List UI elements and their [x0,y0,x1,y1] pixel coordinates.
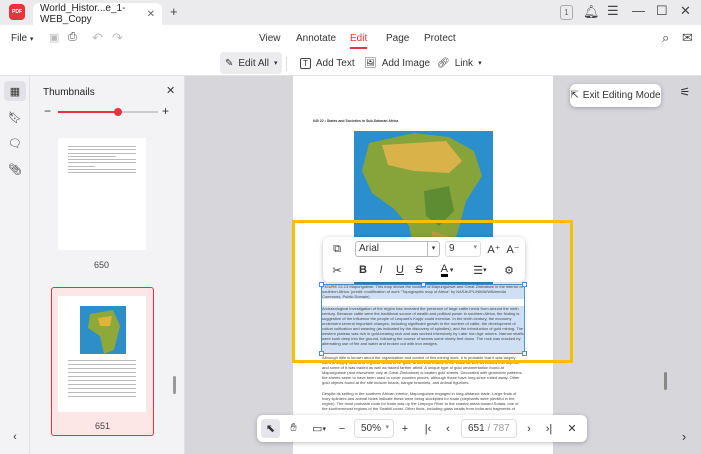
bookmark-icon[interactable]: 🔖︎ [4,107,26,127]
document-tab[interactable]: World_Histor...e_1-WEB_Copy ✕ [33,3,162,25]
bottom-toolbar: ⬉ ✋︎ ▭ ▾ − 50% ▾ + |‹ ‹ 651 / 787 › ›| ✕ [257,415,587,442]
bell-icon[interactable]: 🔔︎ [583,4,600,20]
total-pages: / 787 [487,423,510,434]
close-toolbar-icon[interactable]: ✕ [565,419,579,438]
cut-icon[interactable]: ✂ [329,261,345,279]
edit-all-label: Edit All [238,57,269,69]
page-number-input[interactable]: 651 / 787 [461,419,517,438]
chevron-down-icon: ▾ [273,60,278,67]
image-icon: 🖼︎ [364,57,377,69]
mail-icon[interactable]: ✉ [682,30,693,46]
chevron-down-icon: ▾ [427,242,439,256]
last-page-icon[interactable]: ›| [542,419,556,438]
print-icon[interactable]: ⎙ [68,31,77,44]
add-text-label: Add Text [315,57,355,69]
zoom-in-icon[interactable]: + [397,419,413,438]
hamburger-menu-icon[interactable]: ☰ [607,3,619,19]
font-value: Arial [359,243,380,254]
tab-view[interactable]: View [259,33,281,44]
italic-icon[interactable]: I [373,261,389,279]
thumbnail-651 [58,296,146,412]
thumbnails-scrollbar[interactable] [173,376,176,394]
zoom-in-thumbs-icon[interactable]: + [162,104,169,118]
text-box-icon: T [300,57,311,69]
save-icon[interactable]: ▣ [49,31,59,44]
thumbnail-650[interactable] [58,138,146,250]
zoom-out-icon[interactable]: − [334,419,350,438]
current-page: 651 [468,423,485,434]
font-size-value: 9 [449,243,455,254]
thumbnail-size-slider[interactable] [58,108,158,116]
tab-protect[interactable]: Protect [424,33,456,44]
thumbnails-icon[interactable]: ▦ [4,81,26,101]
search-icon[interactable]: ⌕ [662,30,669,46]
zoom-out-thumbs-icon[interactable]: − [44,104,51,118]
select-tool-icon[interactable]: ⬉ [261,419,280,438]
thumbnails-title: Thumbnails [43,87,95,98]
first-page-icon[interactable]: |‹ [421,419,435,438]
new-tab-icon[interactable]: + [170,4,178,19]
file-label: File [11,33,28,44]
close-window-icon[interactable]: ✕ [680,3,691,19]
format-toolbar: ⧉ Arial ▾ 9 ▾ A⁺ A⁻ ✂ B I U S A ▾ ☰ ▾ ⚙ [323,237,525,282]
paragraph-3[interactable]: Despite its setting in the southern Afri… [322,391,524,416]
add-image-button[interactable]: 🖼︎ Add Image [359,52,435,74]
tab-annotate[interactable]: Annotate [296,33,336,44]
thumbnail-label-651: 651 [95,421,111,431]
zoom-value: 50% [361,423,382,434]
next-page-icon[interactable]: › [522,419,536,438]
font-select[interactable]: Arial ▾ [355,241,440,257]
exit-editing-label: Exit Editing Mode [582,90,661,101]
undo-icon[interactable]: ↶ [92,30,103,46]
hand-tool-icon[interactable]: ✋︎ [284,419,303,438]
add-text-button[interactable]: T Add Text [295,52,360,74]
decrease-font-icon[interactable]: A⁻ [506,240,520,258]
link-icon: 🔗︎ [437,57,450,69]
edit-all-button[interactable]: ✎ Edit All ▾ [220,52,283,74]
tab-edit[interactable]: Edit [350,33,368,49]
text-settings-icon[interactable]: ⚙ [501,261,517,279]
increase-font-icon[interactable]: A⁺ [487,240,501,258]
document-scrollbar[interactable] [664,372,667,390]
page-indicator[interactable]: 1 [560,5,573,20]
exit-icon: ⇱ [570,90,579,101]
minimize-icon[interactable]: — [632,3,645,18]
view-mode-icon[interactable]: ▭ ▾ [308,419,330,438]
collapse-left-icon[interactable]: ‹ [4,428,26,446]
divider [286,57,287,71]
properties-icon[interactable]: ⚟ [677,84,693,100]
font-size-select[interactable]: 9 ▾ [445,241,481,257]
maximize-icon[interactable]: ☐ [656,3,668,19]
page-header: 640 22 • States and Societies in Sub-Sah… [313,119,399,123]
tab-page[interactable]: Page [386,33,409,44]
attachment-icon[interactable]: 📎︎ [4,159,26,179]
add-image-label: Add Image [381,57,431,69]
previous-page-icon[interactable]: ‹ [441,419,455,438]
link-button[interactable]: 🔗︎ Link ▾ [432,52,487,74]
comment-icon[interactable]: 🗨︎ [4,133,26,153]
text-color-icon[interactable]: A ▾ [435,261,459,279]
expand-right-icon[interactable]: › [678,428,690,444]
file-menu[interactable]: File ▾ [11,33,33,44]
bold-icon[interactable]: B [355,261,371,279]
tab-title: World_Histor...e_1-WEB_Copy [40,3,126,25]
app-logo: PDF [9,4,25,20]
underline-icon[interactable]: U [392,261,408,279]
redo-icon[interactable]: ↷ [112,30,123,46]
link-label: Link [454,57,474,69]
align-icon[interactable]: ☰ ▾ [469,261,491,279]
close-tab-icon[interactable]: ✕ [147,9,155,20]
zoom-select[interactable]: 50% ▾ [354,419,394,438]
thumbnail-label-650: 650 [94,260,110,270]
chevron-down-icon: ▾ [478,60,482,67]
close-panel-icon[interactable]: ✕ [166,84,175,97]
strikethrough-icon[interactable]: S [411,261,427,279]
pencil-icon: ✎ [225,57,234,69]
exit-editing-button[interactable]: ⇱ Exit Editing Mode [570,84,661,107]
copy-icon[interactable]: ⧉ [329,240,345,258]
